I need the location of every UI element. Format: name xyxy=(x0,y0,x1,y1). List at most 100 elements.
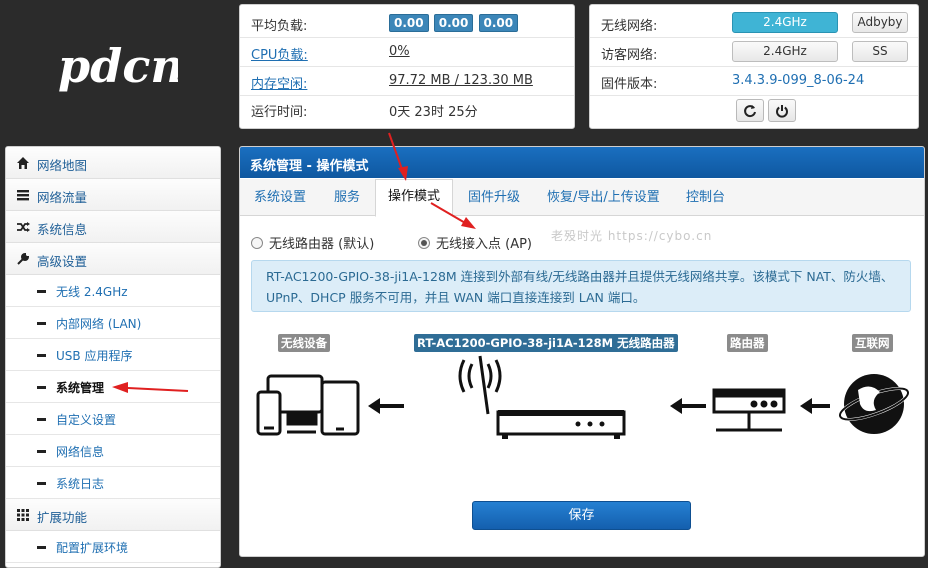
grid-icon xyxy=(17,509,29,521)
sidebar-item-custom-settings[interactable]: 自定义设置 xyxy=(6,403,220,435)
dash-icon xyxy=(37,450,46,453)
sidebar-item-traffic[interactable]: 网络流量 xyxy=(6,179,220,211)
power-icon xyxy=(776,104,788,118)
logo-graphic: pdcn xyxy=(58,39,184,93)
sidebar-item-label: 配置扩展环境 xyxy=(56,541,129,555)
arrow-left-icon xyxy=(670,398,706,414)
pdcn-logo: pdcn xyxy=(58,38,184,102)
mode-router-label: 无线路由器 (默认) xyxy=(269,237,375,252)
ap-router-icon xyxy=(458,355,626,439)
dash-icon xyxy=(37,354,46,357)
sidebar-item-label: 高级设置 xyxy=(37,254,88,269)
guest-row: 访客网络: 2.4GHz SS xyxy=(590,38,918,67)
mode-ap-radio[interactable]: 无线接入点 (AP) xyxy=(418,233,532,252)
sidebar-item-extension-env[interactable]: 配置扩展环境 xyxy=(6,531,220,563)
uptime-value: 0天 23时 25分 xyxy=(389,105,478,120)
sidebar-item-label: 内部网络 (LAN) xyxy=(56,317,142,331)
sidebar-item-label: 扩展功能 xyxy=(37,510,88,525)
sidebar-item-system-admin[interactable]: 系统管理 xyxy=(6,371,220,403)
memory-row: 内存空闲: 97.72 MB / 123.30 MB xyxy=(240,67,574,96)
sidebar-item-extensions[interactable]: 扩展功能 xyxy=(6,499,220,531)
load-1min-badge: 0.00 xyxy=(389,14,429,32)
caption-router: 路由器 xyxy=(727,334,768,352)
tab-restore-export[interactable]: 恢复/导出/上传设置 xyxy=(547,186,660,205)
mode-description: RT-AC1200-GPIO-38-ji1A-128M 连接到外部有线/无线路由… xyxy=(251,260,911,312)
sidebar-item-label: 网络信息 xyxy=(56,445,105,459)
main-header: 系统管理 - 操作模式 xyxy=(240,147,924,178)
list-icon xyxy=(17,190,29,201)
tab-firmware-upgrade[interactable]: 固件升级 xyxy=(468,186,520,205)
radio-indicator-selected xyxy=(418,236,430,249)
page-title: 系统管理 - 操作模式 xyxy=(250,159,369,174)
refresh-button[interactable] xyxy=(736,99,764,122)
sidebar-item-advanced[interactable]: 高级设置 xyxy=(6,243,220,275)
wireless-devices-icon xyxy=(256,374,360,436)
tab-system-settings[interactable]: 系统设置 xyxy=(254,186,306,205)
guest-band-button[interactable]: 2.4GHz xyxy=(732,41,838,62)
system-status-panel: 平均负载: 0.00 0.00 0.00 CPU负载: 0% 内存空闲: 97.… xyxy=(239,4,575,129)
home-icon xyxy=(17,157,29,169)
load-values: 0.00 0.00 0.00 xyxy=(389,14,519,32)
sidebar-item-wireless-24ghz[interactable]: 无线 2.4GHz xyxy=(6,275,220,307)
sidebar-item-label: 网络流量 xyxy=(37,190,88,205)
sidebar-item-network-map[interactable]: 网络地图 xyxy=(6,147,220,179)
cpu-load-link[interactable]: CPU负载: xyxy=(251,44,308,63)
memory-free-link[interactable]: 内存空闲: xyxy=(251,73,307,92)
main-panel: 系统管理 - 操作模式 系统设置 服务 操作模式 固件升级 恢复/导出/上传设置… xyxy=(239,146,925,557)
tab-bar: 系统设置 服务 操作模式 固件升级 恢复/导出/上传设置 控制台 xyxy=(240,179,924,217)
sidebar-item-label: 系统日志 xyxy=(56,477,105,491)
network-status-panel: 无线网络: 2.4GHz Adbyby 访客网络: 2.4GHz SS 固件版本… xyxy=(589,4,919,129)
caption-ap-router: RT-AC1200-GPIO-38-ji1A-128M 无线路由器 xyxy=(414,334,678,352)
sidebar-item-system-log[interactable]: 系统日志 xyxy=(6,467,220,499)
radio-indicator xyxy=(251,236,263,249)
dash-icon xyxy=(37,322,46,325)
firmware-version: 3.4.3.9-099_8-06-24 xyxy=(732,73,865,88)
memory-free-value: 97.72 MB / 123.30 MB xyxy=(389,73,533,88)
refresh-icon xyxy=(744,104,756,117)
tab-services[interactable]: 服务 xyxy=(334,186,360,205)
globe-icon xyxy=(838,374,910,434)
sidebar-item-usb-apps[interactable]: USB 应用程序 xyxy=(6,339,220,371)
cpu-load-value: 0% xyxy=(389,44,410,59)
load-5min-badge: 0.00 xyxy=(433,14,474,32)
sidebar-item-network-info[interactable]: 网络信息 xyxy=(6,435,220,467)
dash-icon xyxy=(37,546,46,549)
load-label: 平均负载: xyxy=(251,19,308,34)
tab-operation-mode[interactable]: 操作模式 xyxy=(375,179,454,217)
watermark: 老殁时光 https://cybo.cn xyxy=(551,229,713,243)
shuffle-icon xyxy=(17,222,30,232)
arrow-left-icon xyxy=(368,398,404,414)
uptime-row: 运行时间: 0天 23时 25分 xyxy=(240,95,574,123)
load-row: 平均负载: 0.00 0.00 0.00 xyxy=(240,9,574,38)
caption-wireless-devices: 无线设备 xyxy=(278,334,330,352)
dash-icon xyxy=(37,386,46,389)
save-button[interactable]: 保存 xyxy=(472,501,691,530)
caption-internet: 互联网 xyxy=(852,334,893,352)
wrench-icon xyxy=(17,252,30,265)
cpu-row: CPU负载: 0% xyxy=(240,38,574,67)
sidebar-item-label: 网络地图 xyxy=(37,158,88,173)
sidebar-item-lan[interactable]: 内部网络 (LAN) xyxy=(6,307,220,339)
wireless-row: 无线网络: 2.4GHz Adbyby xyxy=(590,9,918,38)
dash-icon xyxy=(37,482,46,485)
sidebar-item-system-info[interactable]: 系统信息 xyxy=(6,211,220,243)
wireless-label: 无线网络: xyxy=(601,19,658,34)
sidebar-item-label: 系统信息 xyxy=(37,222,88,237)
sidebar-item-label: USB 应用程序 xyxy=(56,349,133,363)
wireless-band-button[interactable]: 2.4GHz xyxy=(732,12,838,33)
arrow-left-icon xyxy=(800,398,830,414)
firmware-label: 固件版本: xyxy=(601,77,658,92)
sidebar-item-label: 无线 2.4GHz xyxy=(56,285,128,299)
power-button[interactable] xyxy=(768,99,796,122)
sidebar-item-label: 系统管理 xyxy=(56,381,105,395)
sidebar-menu: 网络地图 网络流量 系统信息 高级设置 无线 2.4GHz 内部网络 (LAN)… xyxy=(5,146,221,568)
mode-router-radio[interactable]: 无线路由器 (默认) xyxy=(251,233,374,252)
tab-console[interactable]: 控制台 xyxy=(686,186,725,205)
guest-ssid-button[interactable]: SS xyxy=(852,41,908,62)
sidebar-item-label: 自定义设置 xyxy=(56,413,117,427)
wireless-ssid-button[interactable]: Adbyby xyxy=(852,12,908,33)
guest-label: 访客网络: xyxy=(601,48,658,63)
dash-icon xyxy=(37,290,46,293)
logo-text: pdcn xyxy=(58,39,178,93)
uptime-label: 运行时间: xyxy=(251,105,308,120)
